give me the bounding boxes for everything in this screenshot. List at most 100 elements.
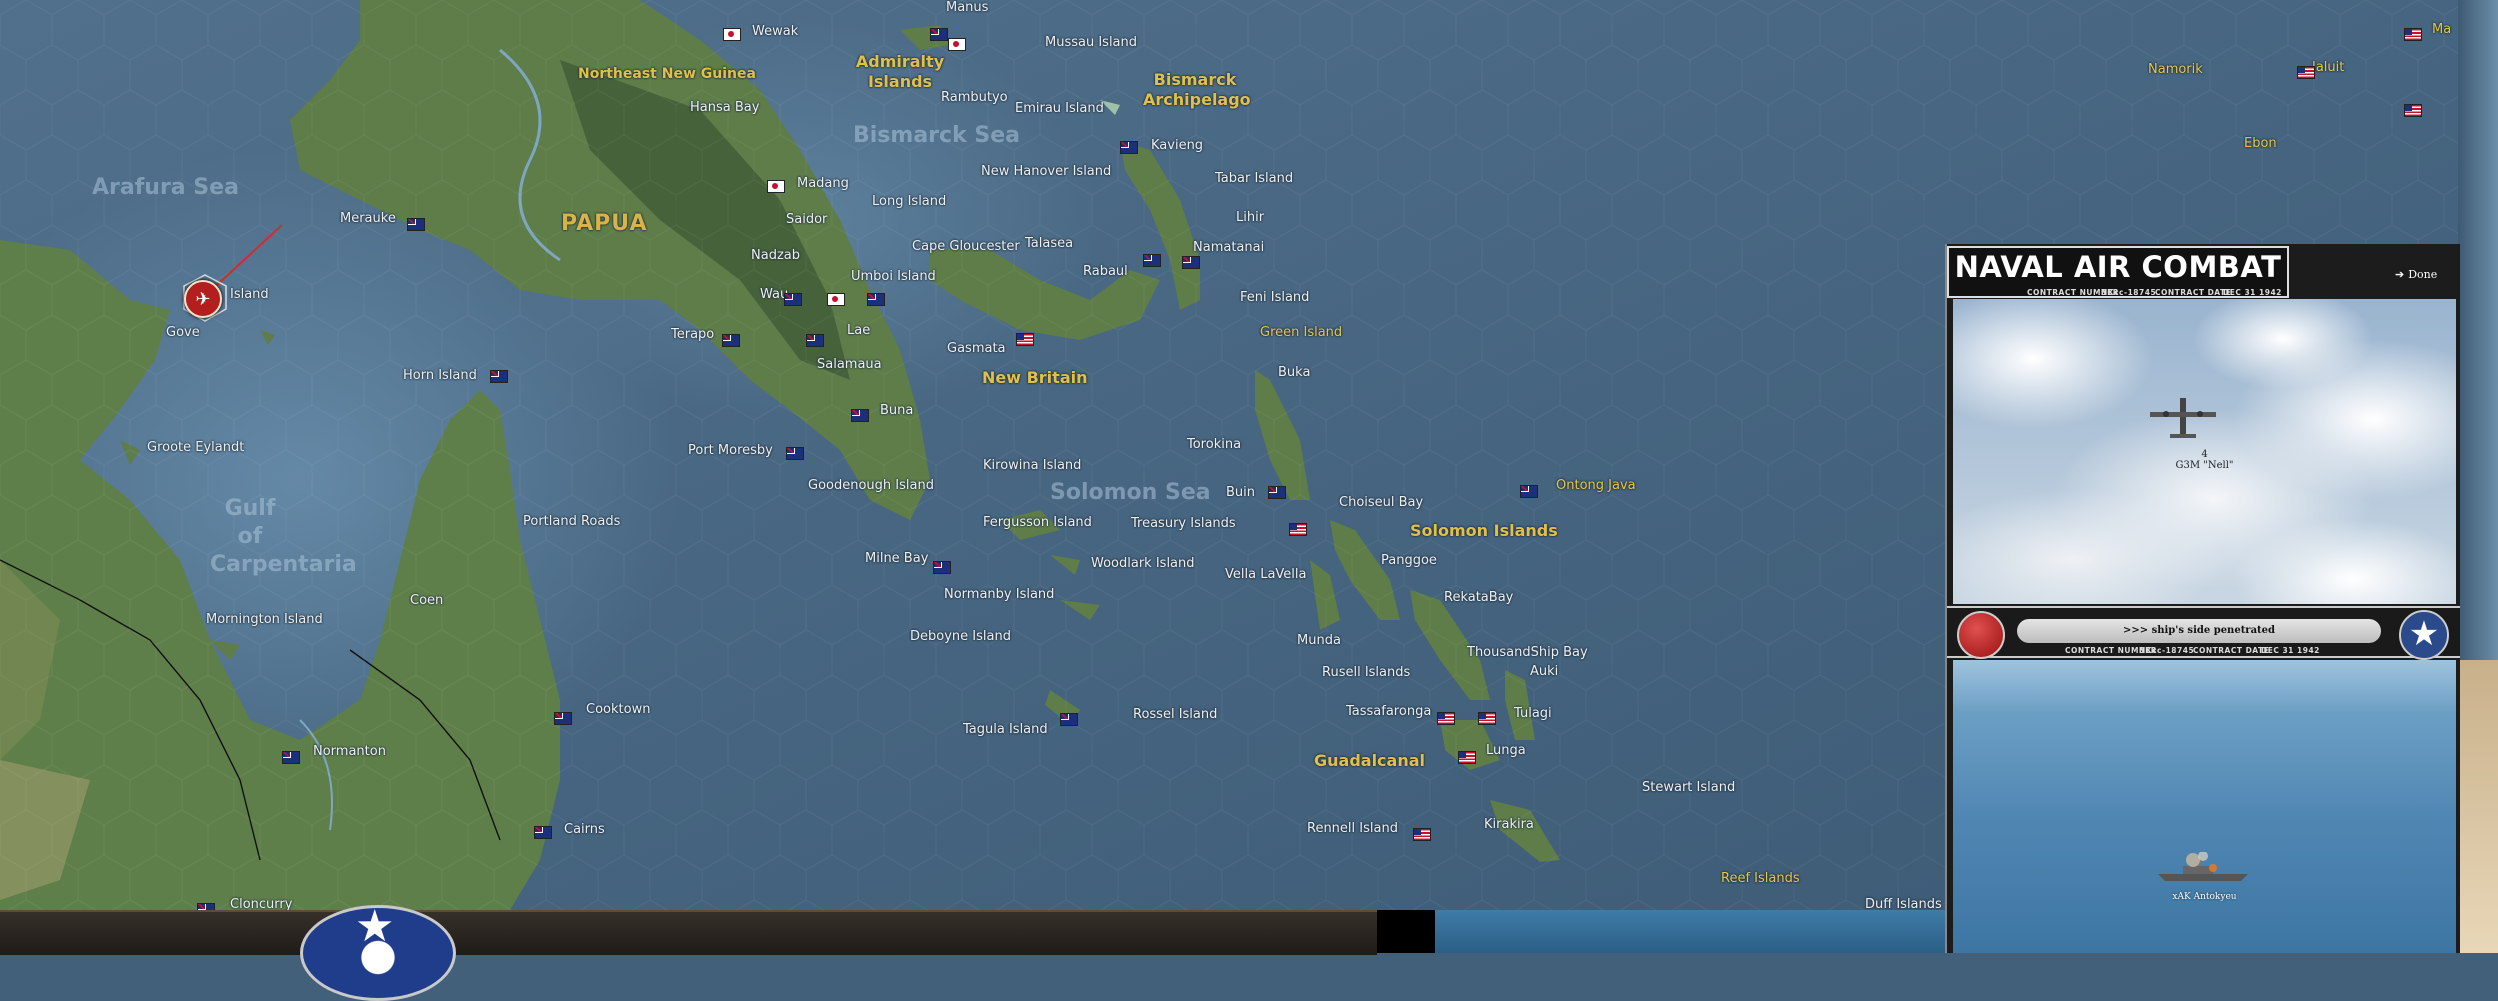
us-flag-icon[interactable] xyxy=(1289,523,1307,536)
contract-number: NKcc-18745 xyxy=(2139,646,2195,655)
place-label: Buin xyxy=(1226,485,1256,500)
place-label: Portland Roads xyxy=(523,514,621,529)
place-label: Gove xyxy=(166,325,200,340)
place-label: Tagula Island xyxy=(963,722,1048,737)
sea-label-bismarck: Bismarck Sea xyxy=(853,123,1020,148)
us-flag-icon[interactable] xyxy=(1016,333,1034,346)
us-flag-icon[interactable] xyxy=(2404,104,2422,117)
australia-flag-icon[interactable] xyxy=(930,28,948,41)
us-star-icon: ★ xyxy=(2399,610,2449,660)
place-label: Rusell Islands xyxy=(1322,665,1411,680)
aircraft-count: 4 xyxy=(2201,449,2208,460)
sea-label-carpentaria: Gulf of Carpentaria xyxy=(210,496,357,577)
place-label: Milne Bay xyxy=(865,551,929,566)
place-label: Coen xyxy=(410,593,444,608)
region-label-solomon-islands: Solomon Islands xyxy=(1410,521,1558,540)
australia-flag-icon[interactable] xyxy=(534,826,552,839)
us-flag-icon[interactable] xyxy=(2297,66,2315,79)
place-label: New Hanover Island xyxy=(981,164,1112,179)
region-label-bismarck-archipelago: Bismarck Archipelago xyxy=(1143,70,1251,109)
place-label: Lae xyxy=(847,323,871,338)
australia-flag-icon[interactable] xyxy=(806,334,824,347)
australia-flag-icon[interactable] xyxy=(784,293,802,306)
australia-flag-icon[interactable] xyxy=(1120,141,1138,154)
place-label: Terapo xyxy=(671,327,715,342)
sea-label-solomon: Solomon Sea xyxy=(1050,480,1211,505)
contract-date-label: CONTRACT DATE xyxy=(2193,646,2270,655)
combat-title: NAVAL AIR COMBAT xyxy=(1954,250,2282,284)
place-label-green-island: Green Island xyxy=(1260,325,1343,340)
combat-status-message: >>> ship's side penetrated xyxy=(2017,619,2381,643)
japan-flag-icon[interactable] xyxy=(723,28,741,41)
place-label: Buka xyxy=(1278,365,1311,380)
japan-flag-icon[interactable] xyxy=(948,38,966,51)
us-flag-icon[interactable] xyxy=(1478,712,1496,725)
place-label: Talasea xyxy=(1025,236,1074,251)
place-label: Buna xyxy=(880,403,914,418)
done-arrow-icon: ➔ xyxy=(2395,268,2405,281)
japan-flag-icon[interactable] xyxy=(767,180,785,193)
combat-status-strip: >>> ship's side penetrated ★ CONTRACT NU… xyxy=(1947,606,2460,660)
ship-combat-view: xAK Antokyeu xyxy=(1953,660,2456,953)
done-button[interactable]: ➔ Done xyxy=(2395,268,2437,281)
place-label: Tabar Island xyxy=(1215,171,1294,186)
australia-flag-icon[interactable] xyxy=(1268,486,1286,499)
us-flag-icon[interactable] xyxy=(2404,28,2422,41)
australia-flag-icon[interactable] xyxy=(1060,713,1078,726)
japan-flag-icon[interactable] xyxy=(827,293,845,306)
region-label-new-britain: New Britain xyxy=(982,368,1088,387)
region-label-admiralty-islands: Admiralty Islands xyxy=(855,52,945,91)
region-label-northeast-new-guinea: Northeast New Guinea xyxy=(578,66,756,82)
place-label: Torokina xyxy=(1187,437,1242,452)
bottom-sea-strip xyxy=(1435,910,1945,953)
place-label-namorik: Namorik xyxy=(2148,62,2203,77)
contract-date: DEC 31 1942 xyxy=(2261,646,2320,655)
place-label: Namatanai xyxy=(1193,240,1265,255)
australia-flag-icon[interactable] xyxy=(282,751,300,764)
place-label: Kirakira xyxy=(1484,817,1534,832)
australia-flag-icon[interactable] xyxy=(490,370,508,383)
place-label: Tulagi xyxy=(1514,706,1552,721)
place-label-reef-islands: Reef Islands xyxy=(1721,871,1800,886)
place-label: Normanton xyxy=(313,744,386,759)
place-label: Rabaul xyxy=(1083,264,1128,279)
place-label: Munda xyxy=(1297,633,1341,648)
region-label-guadalcanal: Guadalcanal xyxy=(1314,751,1426,770)
place-label: Panggoe xyxy=(1381,553,1437,568)
place-label-ebon: Ebon xyxy=(2244,136,2277,151)
place-label: Port Moresby xyxy=(688,443,773,458)
place-label: Cape Gloucester xyxy=(912,239,1020,254)
australia-flag-icon[interactable] xyxy=(1182,256,1200,269)
australia-flag-icon[interactable] xyxy=(407,218,425,231)
us-flag-icon[interactable] xyxy=(1437,712,1455,725)
us-flag-icon[interactable] xyxy=(1458,751,1476,764)
place-label: Manus xyxy=(946,0,989,15)
australia-flag-icon[interactable] xyxy=(851,409,869,422)
place-label: Cooktown xyxy=(586,702,651,717)
place-label-ontong-java: Ontong Java xyxy=(1556,478,1636,493)
place-label: Rossel Island xyxy=(1133,707,1218,722)
australia-flag-icon[interactable] xyxy=(554,712,572,725)
place-label: Fergusson Island xyxy=(983,515,1092,530)
place-label: Auki xyxy=(1530,664,1559,679)
ship-name: xAK Antokyeu xyxy=(2172,892,2237,902)
australia-flag-icon[interactable] xyxy=(1143,254,1161,267)
place-label: Goodenough Island xyxy=(808,478,934,493)
place-label: Groote Eylandt xyxy=(147,440,245,455)
australia-flag-icon[interactable] xyxy=(786,447,804,460)
place-label: Rennell Island xyxy=(1307,821,1398,836)
place-label: Emirau Island xyxy=(1015,101,1104,116)
place-label: Saidor xyxy=(786,212,828,227)
done-label: Done xyxy=(2408,268,2438,281)
place-label: Vella LaVella xyxy=(1225,567,1307,582)
unit-marker-icon[interactable]: ✈ xyxy=(184,280,222,318)
bottom-divider xyxy=(1377,910,1435,953)
australia-flag-icon[interactable] xyxy=(722,334,740,347)
air-combat-view: 4 G3M "Nell" xyxy=(1953,299,2456,604)
us-flag-icon[interactable] xyxy=(1413,828,1431,841)
australia-flag-icon[interactable] xyxy=(1520,485,1538,498)
australia-flag-icon[interactable] xyxy=(933,561,951,574)
place-label: Treasury Islands xyxy=(1131,516,1236,531)
place-label: Kavieng xyxy=(1151,138,1204,153)
australia-flag-icon[interactable] xyxy=(867,293,885,306)
